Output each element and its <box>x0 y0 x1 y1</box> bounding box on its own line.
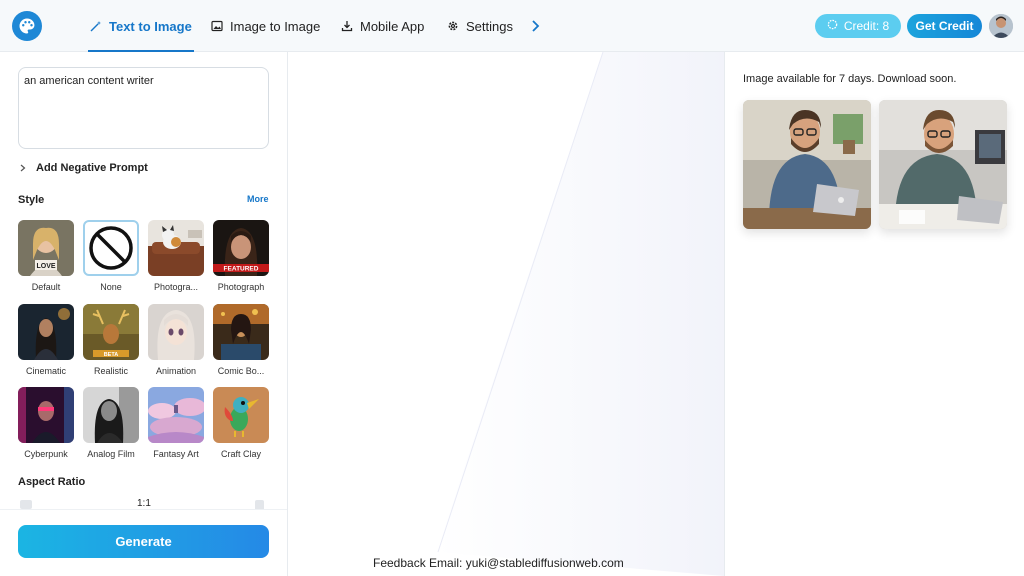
gear-icon <box>447 20 459 32</box>
svg-text:BETA: BETA <box>104 352 119 358</box>
top-navbar: Text to Image Image to Image Mobile App … <box>0 0 1024 52</box>
style-craft-clay[interactable]: Craft Clay <box>213 387 269 459</box>
style-thumbnail <box>18 387 74 443</box>
style-photograph[interactable]: FEATURED Photograph <box>213 220 269 292</box>
prompt-textarea[interactable]: an american content writer <box>18 67 269 149</box>
tab-label: Text to Image <box>109 18 192 34</box>
negative-prompt-label: Add Negative Prompt <box>36 162 148 174</box>
style-realistic[interactable]: BETA Realistic <box>83 304 139 376</box>
generated-image-2[interactable] <box>879 100 1007 229</box>
aspect-ratio-slider[interactable]: 1:1 <box>18 498 269 511</box>
style-comic-book[interactable]: Comic Bo... <box>213 304 269 376</box>
generate-area: Generate <box>0 509 287 576</box>
magic-wand-icon <box>90 20 102 32</box>
style-analog-film[interactable]: Analog Film <box>83 387 139 459</box>
style-label: Realistic <box>93 366 128 376</box>
style-thumbnail <box>148 387 204 443</box>
style-thumbnail: BETA <box>83 304 139 360</box>
style-thumbnail <box>148 220 204 276</box>
chevron-right-icon <box>20 164 26 172</box>
style-heading: Style <box>18 194 45 206</box>
svg-text:LOVE: LOVE <box>36 263 55 270</box>
style-thumbnail <box>83 220 139 276</box>
style-thumbnail <box>148 304 204 360</box>
style-label: Comic Bo... <box>217 366 265 376</box>
style-cinematic[interactable]: Cinematic <box>18 304 74 376</box>
download-icon <box>341 20 353 32</box>
style-label: Default <box>31 282 61 292</box>
style-thumbnail: LOVE <box>18 220 74 276</box>
style-cyberpunk[interactable]: Cyberpunk <box>18 387 74 459</box>
tab-label: Settings <box>466 18 513 34</box>
style-label: Cinematic <box>25 366 66 376</box>
credit-label: Credit: 8 <box>843 19 890 33</box>
tab-label: Image to Image <box>230 18 321 34</box>
style-thumbnail <box>213 387 269 443</box>
style-thumbnail <box>213 304 269 360</box>
get-credit-button[interactable]: Get Credit <box>907 14 982 38</box>
tab-image-to-image[interactable]: Image to Image <box>211 0 320 52</box>
style-label: None <box>100 282 122 292</box>
tab-mobile-app[interactable]: Mobile App <box>341 0 424 52</box>
add-negative-prompt-toggle[interactable]: Add Negative Prompt <box>20 162 148 174</box>
style-label: Photogra... <box>153 282 199 292</box>
coin-icon <box>827 19 838 33</box>
svg-text:FEATURED: FEATURED <box>224 266 259 273</box>
style-fantasy-art[interactable]: Fantasy Art <box>148 387 204 459</box>
aspect-landscape-icon[interactable] <box>20 500 32 509</box>
avatar[interactable] <box>989 14 1013 38</box>
tab-text-to-image[interactable]: Text to Image <box>88 0 194 52</box>
style-photographic[interactable]: Photogra... <box>148 220 204 292</box>
more-styles-link[interactable]: More <box>247 194 269 204</box>
canvas-area <box>288 52 724 576</box>
style-thumbnail <box>18 304 74 360</box>
style-none[interactable]: None <box>83 220 139 292</box>
style-thumbnail <box>83 387 139 443</box>
style-thumbnail: FEATURED <box>213 220 269 276</box>
aspect-ratio-value: 1:1 <box>137 498 151 509</box>
tab-label: Mobile App <box>360 18 425 34</box>
decorative-background <box>436 52 724 576</box>
image-icon <box>211 20 223 32</box>
generate-button[interactable]: Generate <box>18 525 269 558</box>
generated-image-1[interactable] <box>743 100 871 229</box>
style-label: Cyberpunk <box>24 449 68 459</box>
tab-settings[interactable]: Settings <box>447 0 513 52</box>
style-label: Animation <box>155 366 197 376</box>
results-panel: Image available for 7 days. Download soo… <box>724 52 1024 576</box>
palette-logo-icon[interactable] <box>12 11 42 41</box>
availability-notice: Image available for 7 days. Download soo… <box>743 73 957 85</box>
feedback-email[interactable]: Feedback Email: yuki@stablediffusionweb.… <box>373 556 624 570</box>
credit-badge[interactable]: Credit: 8 <box>815 14 901 38</box>
style-label: Photograph <box>217 282 265 292</box>
style-label: Analog Film <box>87 449 135 459</box>
aspect-ratio-heading: Aspect Ratio <box>18 476 86 488</box>
style-animation[interactable]: Animation <box>148 304 204 376</box>
settings-panel: an american content writer Add Negative … <box>0 52 288 576</box>
no-style-icon <box>89 226 133 270</box>
chevron-right-icon[interactable] <box>526 16 544 36</box>
style-default[interactable]: LOVE Default <box>18 220 74 292</box>
style-label: Fantasy Art <box>153 449 199 459</box>
style-label: Craft Clay <box>220 449 261 459</box>
